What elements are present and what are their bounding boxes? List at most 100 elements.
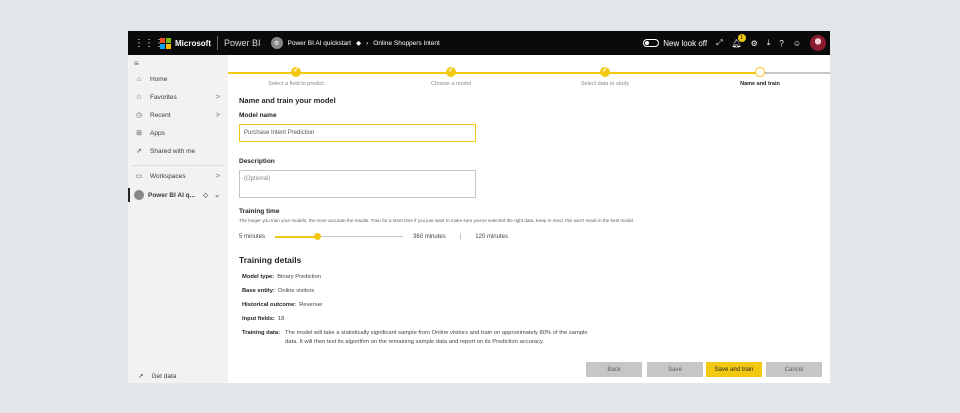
get-data-link[interactable]: ↗ Get data [138, 372, 177, 381]
step-1-label[interactable]: Select a field to predict [268, 81, 324, 87]
training-time-slider[interactable] [275, 232, 404, 242]
sidebar-nav: ≡ ⌂ Home ☆ Favorites > ◷ Recent > ⊞ Apps… [128, 55, 228, 383]
sidebar-item-home[interactable]: ⌂ Home [128, 72, 228, 86]
description-textarea[interactable]: (Optional) [239, 170, 476, 198]
apps-icon: ⊞ [136, 130, 142, 137]
app-launcher-icon[interactable]: ⋮⋮⋮ [134, 38, 164, 49]
training-time-hint: The longer you train your models, the mo… [239, 218, 635, 223]
training-details-heading: Training details [239, 255, 302, 265]
topbar-actions: New look off ⤢ 🔔︎ 1 ⚙ ⤓ ? ☺ [643, 31, 826, 55]
slider-fill [275, 236, 318, 238]
cancel-button[interactable]: Cancel [766, 362, 822, 377]
breadcrumb-page[interactable]: Online Shoppers Intent [373, 40, 440, 47]
detail-model-type: Model type: Binary Prediction [242, 274, 824, 280]
training-time-slider-row: 5 minutes 360 minutes | 120 minutes [239, 232, 824, 242]
user-avatar[interactable] [810, 35, 826, 51]
sidebar-item-label: Workspaces [150, 172, 186, 180]
slider-min-label: 5 minutes [239, 234, 266, 240]
detail-value: Online visitors [277, 288, 315, 294]
microsoft-logo-icon [160, 37, 171, 49]
step-4-label: Name and train [740, 81, 780, 87]
clock-icon: ◷ [135, 112, 143, 119]
step-3-label[interactable]: Select data to study [581, 81, 629, 87]
detail-value: Binary Prediction [277, 274, 322, 280]
step-2-check-icon[interactable] [446, 66, 456, 77]
feedback-smiley-icon[interactable]: ☺ [793, 39, 801, 48]
hamburger-menu-icon[interactable]: ≡ [134, 59, 139, 68]
sidebar-item-label: Power BI AI q... [148, 191, 196, 199]
step-3-check-icon[interactable] [600, 66, 610, 77]
star-icon: ☆ [135, 94, 143, 101]
step-1-check-icon[interactable] [291, 66, 301, 77]
detail-historical-outcome: Historical outcome: Revenue [242, 302, 824, 308]
sidebar-item-recent[interactable]: ◷ Recent > [128, 108, 228, 122]
diamond-icon: ◆ [356, 40, 362, 47]
microsoft-logo[interactable]: Microsoft [160, 37, 211, 49]
brand-name: Microsoft [175, 38, 211, 48]
arrow-up-left-icon: ↗ [138, 373, 144, 380]
save-button[interactable]: Save [647, 362, 703, 377]
breadcrumb: ⚙ Power BI AI quickstart ◆ › Online Shop… [270, 37, 440, 49]
slider-track [317, 236, 404, 237]
slider-thumb[interactable] [314, 233, 322, 240]
detail-label: Base entity: [242, 288, 275, 294]
value-separator: | [459, 234, 462, 240]
download-icon[interactable]: ⤓ [767, 38, 771, 48]
sidebar-item-label: Favorites [150, 93, 177, 101]
detail-value: 18 [277, 316, 285, 322]
chevron-down-icon[interactable]: ⌄ [214, 191, 220, 199]
sidebar-item-favorites[interactable]: ☆ Favorites > [128, 90, 228, 104]
workspace-avatar-icon: ⚙ [270, 37, 283, 49]
sidebar-divider [132, 165, 224, 166]
notification-badge: 1 [737, 33, 746, 42]
detail-label: Training data: [242, 330, 281, 336]
sidebar-item-label: Shared with me [150, 147, 196, 155]
topbar-divider [217, 36, 218, 50]
sidebar-item-label: Recent [150, 111, 171, 119]
chevron-right-icon[interactable]: > [216, 112, 220, 119]
slider-max-label: 360 minutes [413, 234, 446, 240]
new-look-label: New look off [663, 38, 708, 48]
settings-gear-icon[interactable]: ⚙ [751, 39, 758, 48]
help-icon[interactable]: ? [779, 39, 783, 48]
chevron-right-icon[interactable]: > [216, 94, 220, 101]
model-name-input[interactable]: Purchase Intent Prediction [239, 124, 476, 142]
detail-label: Historical outcome: [242, 302, 297, 308]
detail-training-data: Training data: The model will take a stat… [242, 330, 824, 346]
detail-label: Model type: [242, 274, 275, 280]
form-heading: Name and train your model [239, 96, 336, 105]
notifications-icon[interactable]: 🔔︎ 1 [732, 33, 746, 48]
chevron-right-icon: › [366, 39, 369, 47]
workspace-avatar-icon [134, 190, 144, 200]
train-model-form: Name and train your model Model name Pur… [239, 96, 824, 346]
product-name[interactable]: Power BI [224, 38, 261, 48]
model-name-label: Model name [239, 112, 277, 119]
stepper-track-complete [228, 72, 760, 74]
detail-value: Revenue [299, 302, 323, 308]
slider-value-label: 120 minutes [475, 234, 508, 240]
get-data-label: Get data [151, 372, 177, 380]
step-2-label[interactable]: Choose a model [431, 81, 471, 87]
sidebar-item-apps[interactable]: ⊞ Apps [128, 126, 228, 140]
back-button[interactable]: Back [586, 362, 642, 377]
training-time-label: Training time [239, 208, 280, 215]
main-content: Select a field to predict Choose a model… [228, 55, 830, 383]
sidebar-item-label: Home [150, 75, 168, 83]
description-label: Description [239, 158, 275, 165]
breadcrumb-workspace[interactable]: Power BI AI quickstart [288, 40, 352, 47]
save-and-train-button[interactable]: Save and train [706, 362, 762, 377]
stepper-track-remaining [760, 72, 830, 74]
chevron-right-icon[interactable]: > [216, 173, 220, 180]
sidebar-item-shared[interactable]: ⇗ Shared with me [128, 144, 228, 158]
expand-icon[interactable]: ⤢ [716, 38, 722, 48]
sidebar-item-label: Apps [150, 129, 165, 137]
share-icon: ⇗ [136, 148, 142, 155]
sidebar-item-current-workspace[interactable]: Power BI AI q... ◇ ⌄ [128, 188, 228, 202]
sidebar-item-workspaces[interactable]: ▭ Workspaces > [128, 169, 228, 183]
detail-value: The model will take a statistically sign… [285, 330, 588, 345]
app-window: ⋮⋮⋮ Microsoft Power BI ⚙ Power BI AI qui… [128, 31, 830, 383]
home-icon: ⌂ [136, 75, 142, 83]
detail-base-entity: Base entity: Online visitors [242, 288, 824, 294]
step-4-current-icon [755, 67, 765, 77]
new-look-toggle[interactable] [643, 39, 660, 47]
